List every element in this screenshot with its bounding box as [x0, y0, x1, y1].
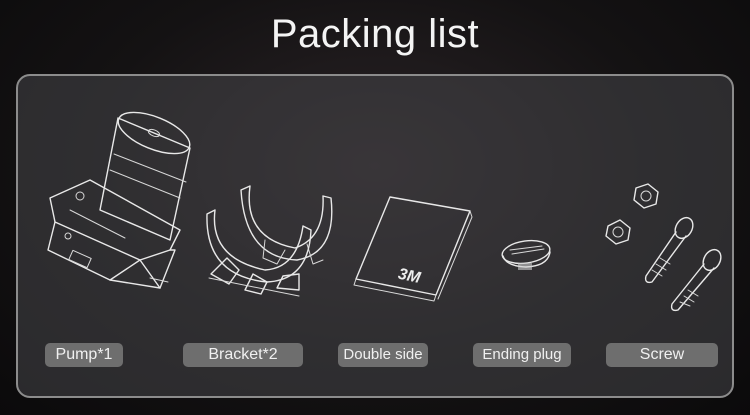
double-side-tape-icon: 3M: [350, 193, 475, 302]
bracket-icon: [205, 178, 340, 298]
pump-icon: [30, 110, 200, 305]
tape-3m-marking: 3M: [397, 266, 423, 287]
label-bracket: Bracket*2: [183, 343, 303, 367]
ending-plug-icon: [498, 236, 558, 276]
label-pump: Pump*1: [45, 343, 123, 367]
label-screw: Screw: [606, 343, 718, 367]
label-ending-plug: Ending plug: [473, 343, 571, 367]
label-double-side: Double side: [338, 343, 428, 367]
screw-icon: [600, 180, 730, 312]
page-title: Packing list: [270, 12, 480, 56]
